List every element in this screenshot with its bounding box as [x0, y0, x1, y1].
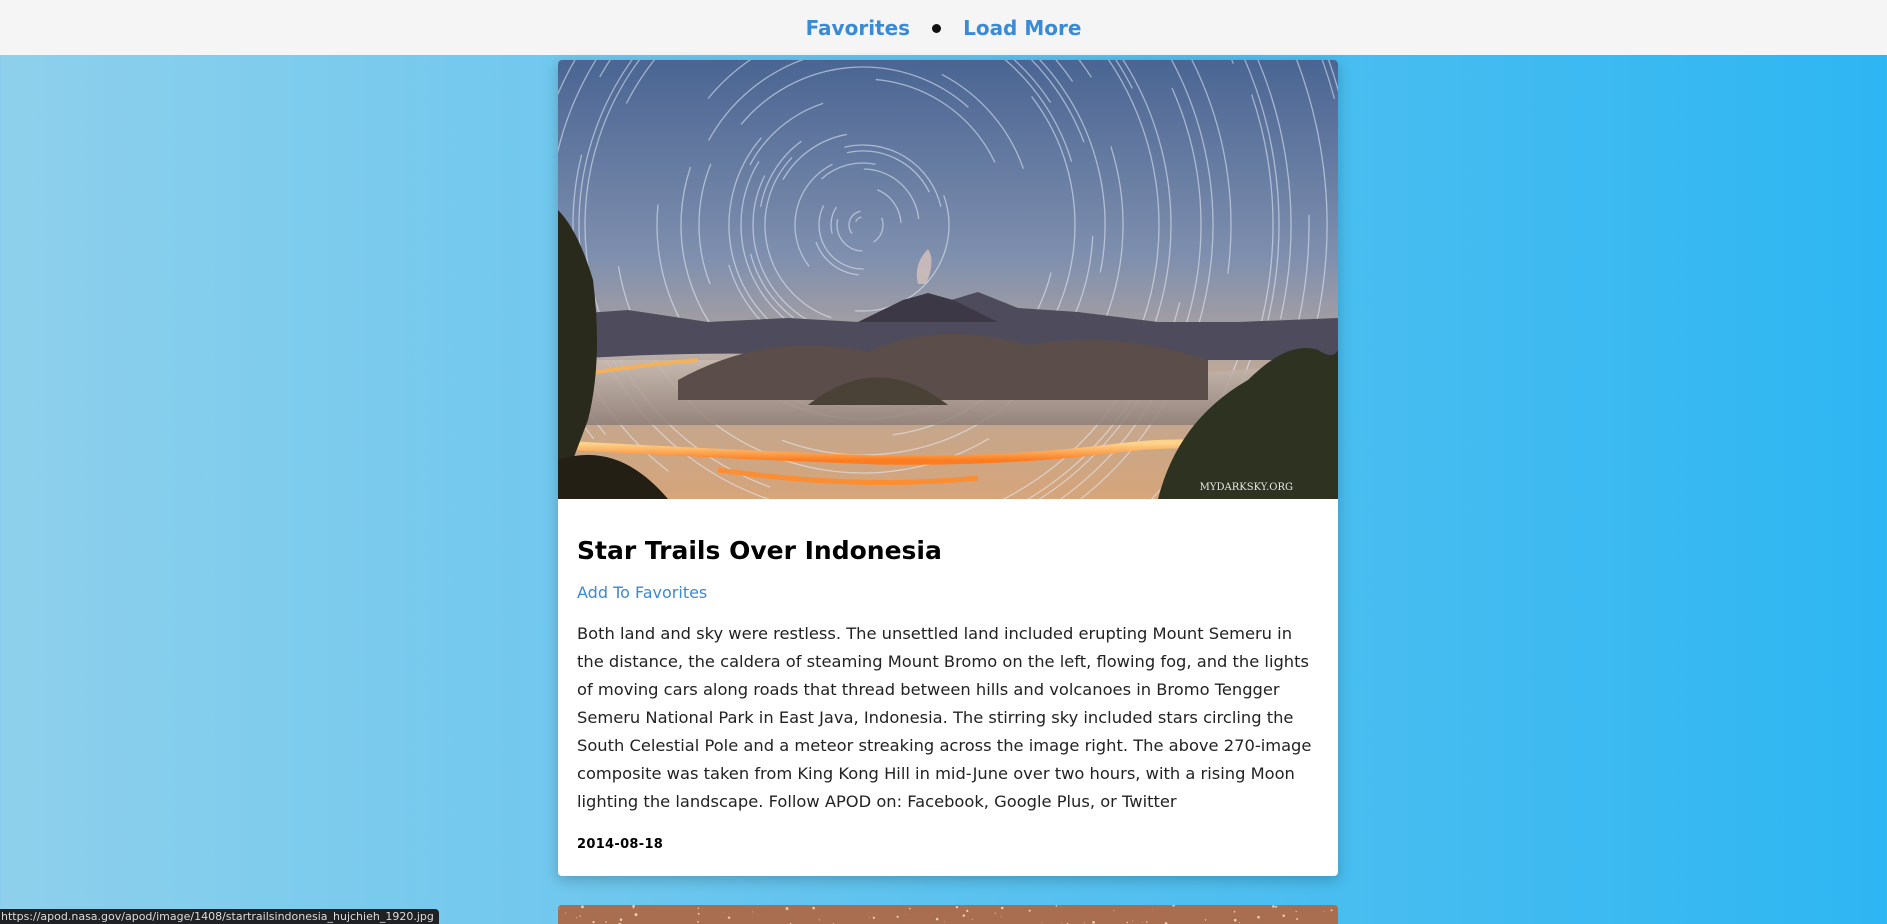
star-dot [728, 917, 730, 919]
star-dot [698, 913, 700, 915]
star-dot [565, 912, 566, 913]
star-dot [579, 916, 580, 917]
star-dot [581, 905, 584, 908]
star-dot [1234, 919, 1237, 922]
status-bar-url: https://apod.nasa.gov/apod/image/1408/st… [0, 909, 439, 924]
top-nav-bar: Favorites Load More [0, 0, 1887, 55]
star-dot [869, 917, 870, 918]
apod-card: MYDARKSKY.ORG Star Trails Over Indonesia… [558, 60, 1338, 876]
star-dot [1029, 910, 1031, 912]
card-body: Star Trails Over Indonesia Add To Favori… [558, 499, 1338, 876]
star-dot [1239, 922, 1240, 923]
star-dot [1142, 922, 1143, 923]
star-dot [1205, 919, 1207, 921]
star-trails-photo: MYDARKSKY.ORG [558, 60, 1338, 499]
star-dot [576, 917, 577, 918]
star-dot [936, 918, 939, 921]
post-explanation: Both land and sky were restless. The uns… [577, 620, 1318, 816]
star-dot [897, 916, 899, 918]
star-dot [1296, 911, 1297, 912]
star-dot [963, 914, 965, 916]
star-dot [1132, 920, 1133, 921]
star-dot [1152, 909, 1153, 910]
post-date: 2014-08-18 [577, 837, 1318, 852]
star-dot [995, 913, 996, 914]
image-credit: MYDARKSKY.ORG [1200, 482, 1293, 493]
star-dot [1275, 906, 1277, 908]
next-apod-card[interactable] [558, 905, 1338, 924]
star-dot [786, 907, 789, 910]
star-dot [635, 913, 638, 916]
star-dot [1282, 914, 1285, 917]
star-dot [633, 907, 635, 909]
star-dot [752, 911, 753, 912]
star-dot [1001, 907, 1004, 910]
star-dot [909, 908, 911, 910]
star-dot [972, 919, 973, 920]
star-dot [1296, 918, 1298, 920]
star-dot [697, 921, 699, 923]
star-dot [592, 921, 594, 923]
star-dot [723, 912, 724, 913]
star-dot [1323, 911, 1324, 912]
star-dot [1056, 905, 1058, 907]
apod-image[interactable]: MYDARKSKY.ORG [558, 60, 1338, 499]
star-dot [1113, 910, 1114, 911]
star-dot [1084, 922, 1085, 923]
nav-separator-dot [932, 24, 941, 33]
star-dot [966, 910, 968, 912]
load-more-link[interactable]: Load More [963, 16, 1081, 40]
star-dot [1331, 909, 1333, 911]
star-dot [944, 922, 945, 923]
star-dot [956, 906, 958, 908]
star-dot [1127, 922, 1128, 923]
add-to-favorites-link[interactable]: Add To Favorites [577, 583, 707, 602]
star-dot [559, 908, 560, 909]
star-dot [1146, 921, 1148, 923]
star-dot [1042, 922, 1043, 923]
star-dot [873, 917, 875, 919]
star-dot [819, 919, 820, 920]
star-dot [1272, 905, 1275, 908]
favorites-link[interactable]: Favorites [806, 16, 911, 40]
star-dot [1001, 916, 1002, 917]
star-dot [1234, 911, 1236, 913]
star-dot [698, 908, 699, 909]
star-dot [620, 918, 623, 921]
post-title: Star Trails Over Indonesia [577, 535, 1318, 567]
star-dot [906, 914, 907, 915]
star-dot [812, 907, 815, 910]
star-dot [605, 921, 607, 923]
star-dot [1257, 916, 1260, 919]
next-card-image [558, 905, 1338, 924]
star-dot [1092, 921, 1095, 924]
